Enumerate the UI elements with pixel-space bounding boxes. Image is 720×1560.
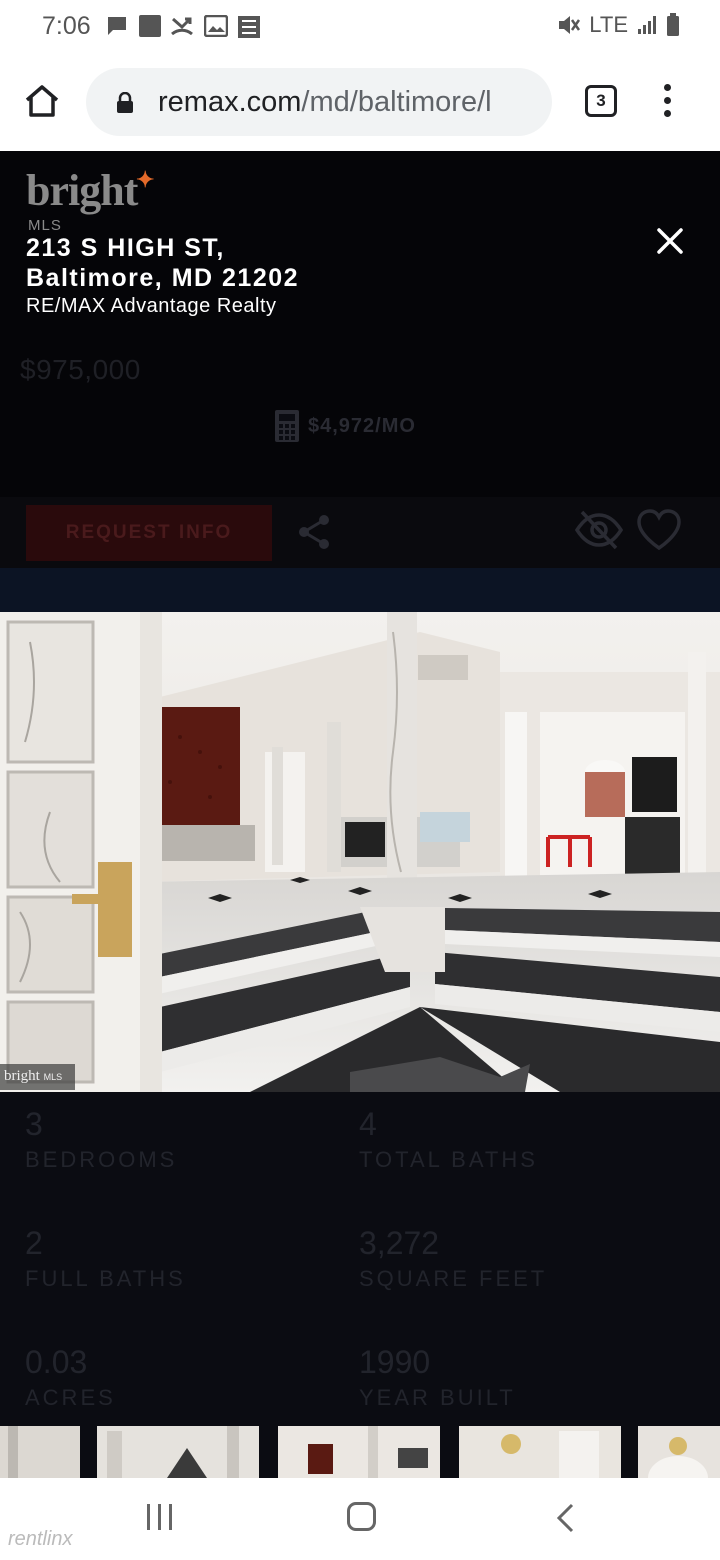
- close-icon[interactable]: [652, 223, 688, 259]
- action-bar: REQUEST INFO: [0, 497, 720, 568]
- stat-value: 3,272: [359, 1225, 440, 1261]
- tab-switcher-button[interactable]: 3: [585, 85, 617, 117]
- mute-icon: [559, 16, 581, 34]
- listing-photo[interactable]: [0, 612, 720, 1092]
- android-nav-bar: rentlinx: [0, 1478, 720, 1560]
- photo-watermark-sub: MLS: [43, 1072, 63, 1082]
- logo-text: bright: [26, 166, 138, 215]
- url-text[interactable]: remax.com/md/baltimore/l: [158, 86, 542, 119]
- stat-acres: 0.03 ACRES: [25, 1344, 116, 1411]
- logo-star-icon: ✦: [136, 167, 154, 192]
- missed-call-icon: [171, 17, 193, 36]
- listing-price: $975,000: [20, 354, 141, 385]
- agency-name: RE/MAX Advantage Realty: [26, 295, 277, 317]
- battery-icon: [667, 13, 679, 36]
- hide-listing-icon[interactable]: [574, 509, 624, 551]
- stat-square-feet: 3,272 SQUARE FEET: [359, 1225, 547, 1292]
- thumbnail[interactable]: [278, 1426, 440, 1478]
- share-icon[interactable]: [296, 513, 332, 551]
- stat-value: 4: [359, 1106, 377, 1142]
- logo-sub: MLS: [28, 217, 62, 234]
- stat-value: 0.03: [25, 1344, 88, 1380]
- request-info-button[interactable]: REQUEST INFO: [26, 505, 272, 561]
- status-bar: 7:06 LTE: [0, 0, 720, 54]
- recent-apps-icon[interactable]: [147, 1504, 172, 1530]
- stat-bedrooms: 3 BEDROOMS: [25, 1106, 177, 1173]
- menu-icon[interactable]: [664, 84, 674, 123]
- photo-interior-illustration: [0, 612, 720, 1092]
- app-icon: [238, 16, 260, 38]
- stat-value: 2: [25, 1225, 43, 1261]
- stat-label: SQUARE FEET: [359, 1266, 548, 1291]
- favorite-heart-icon[interactable]: [636, 509, 682, 551]
- message-icon: [108, 17, 126, 35]
- square-icon: [139, 15, 161, 37]
- thumbnail[interactable]: [638, 1426, 720, 1478]
- stat-label: TOTAL BATHS: [359, 1147, 538, 1172]
- photo-thumbnails: [0, 1426, 720, 1478]
- status-right: LTE: [557, 12, 680, 38]
- monthly-payment-text: $4,972/MO: [308, 414, 416, 437]
- back-icon[interactable]: [555, 1502, 575, 1534]
- thumbnail[interactable]: [97, 1426, 259, 1478]
- url-path: /md/baltimore/l: [301, 86, 492, 118]
- stat-label: YEAR BUILT: [359, 1385, 516, 1410]
- thumbnail[interactable]: [459, 1426, 621, 1478]
- stat-year-built: 1990 YEAR BUILT: [359, 1344, 516, 1411]
- url-bar[interactable]: remax.com/md/baltimore/l: [86, 68, 552, 136]
- lock-icon: [117, 92, 133, 113]
- address-line-1: 213 S HIGH ST,: [26, 234, 225, 262]
- listing-stats: 3 BEDROOMS 4 TOTAL BATHS 2 FULL BATHS 3,…: [0, 1092, 720, 1426]
- rentlinx-watermark: rentlinx: [8, 1528, 73, 1550]
- thumbnail[interactable]: [0, 1426, 80, 1478]
- image-icon: [204, 15, 228, 37]
- address-line-2: Baltimore, MD 21202: [26, 264, 300, 292]
- stat-label: BEDROOMS: [25, 1147, 178, 1172]
- home-icon[interactable]: [24, 84, 60, 118]
- photo-watermark-text: bright: [4, 1068, 40, 1084]
- photo-watermark: bright MLS: [0, 1064, 75, 1090]
- stat-label: FULL BATHS: [25, 1266, 186, 1291]
- stat-full-baths: 2 FULL BATHS: [25, 1225, 186, 1292]
- bright-mls-logo: bright ✦ MLS: [26, 165, 154, 234]
- home-button-icon[interactable]: [347, 1502, 376, 1531]
- page: 7:06 LTE remax.com/md/baltimore/l 3 brig…: [0, 0, 720, 1560]
- stat-value: 3: [25, 1106, 43, 1142]
- network-label: LTE: [589, 12, 628, 37]
- browser-toolbar: remax.com/md/baltimore/l 3: [0, 54, 720, 151]
- url-host: remax.com: [158, 86, 302, 118]
- status-time: 7:06: [42, 12, 91, 40]
- monthly-payment[interactable]: $4,972/MO: [274, 409, 416, 443]
- section-divider: [0, 568, 720, 612]
- stat-label: ACRES: [25, 1385, 116, 1410]
- stat-total-baths: 4 TOTAL BATHS: [359, 1106, 538, 1173]
- stat-value: 1990: [359, 1344, 431, 1380]
- signal-icon: [638, 16, 656, 34]
- calculator-icon: [275, 410, 299, 442]
